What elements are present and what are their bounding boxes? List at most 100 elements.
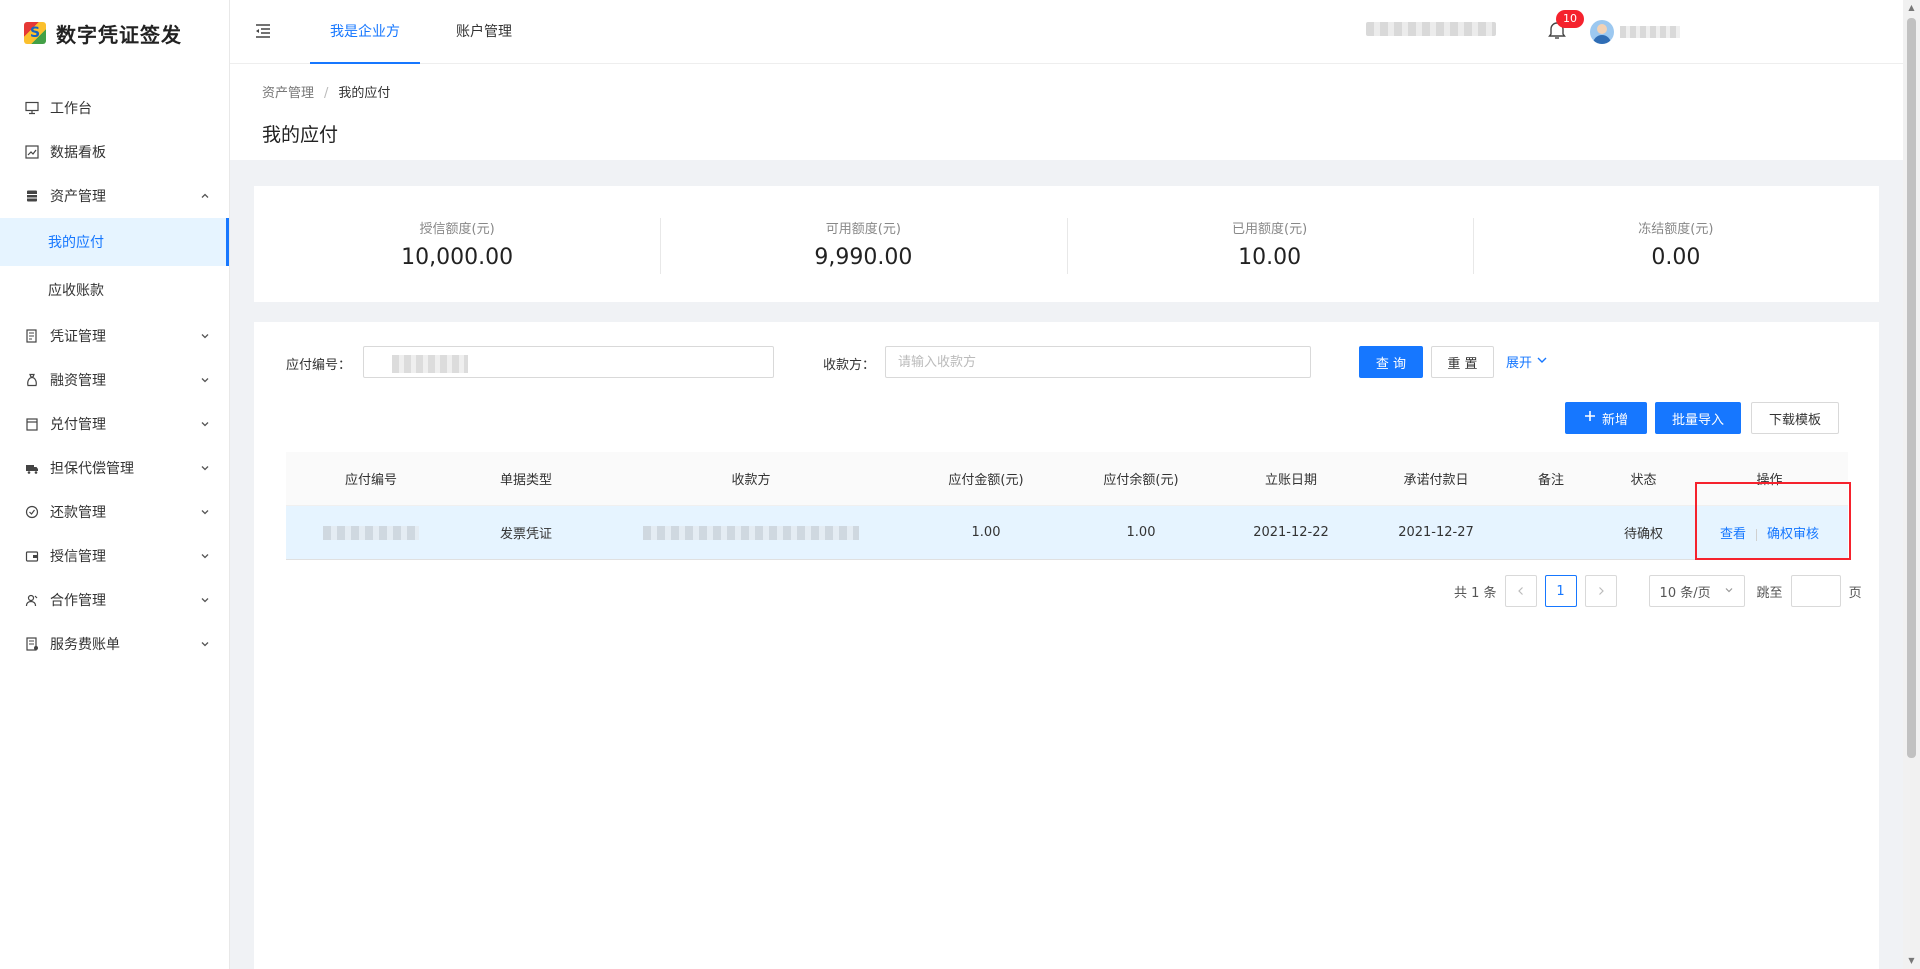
document-icon [24, 328, 40, 344]
payee-input[interactable] [885, 346, 1311, 378]
stat-label: 已用额度(元) [1232, 222, 1308, 237]
reset-button[interactable]: 重 置 [1431, 346, 1494, 378]
plus-icon [1584, 410, 1596, 426]
stat-label: 可用额度(元) [825, 222, 901, 237]
batch-import-button[interactable]: 批量导入 [1655, 402, 1741, 434]
breadcrumb-separator: / [324, 86, 329, 101]
payable-no-label: 应付编号： [286, 358, 352, 373]
tab-enterprise[interactable]: 我是企业方 [310, 0, 420, 64]
scroll-thumb[interactable] [1907, 18, 1916, 758]
sidebar-item-label: 我的应付 [48, 235, 104, 251]
payee-label: 收款方： [823, 358, 876, 373]
column-header: 应付编号 [344, 473, 397, 488]
expand-filters-toggle[interactable]: 展开 [1506, 352, 1548, 371]
scroll-up-icon[interactable]: ▲ [1907, 3, 1916, 12]
page-scrollbar[interactable]: ▲ ▼ [1903, 0, 1920, 969]
sidebar-item-vouchers[interactable]: 凭证管理 [0, 314, 229, 358]
chevron-down-icon [199, 462, 211, 474]
payable-no-redacted [323, 525, 419, 540]
add-button[interactable]: 新增 [1565, 402, 1647, 434]
page-suffix: 页 [1848, 585, 1862, 601]
entry-date-cell: 2021-12-22 [1253, 525, 1329, 540]
payable-no-cell [286, 525, 456, 540]
annotation-highlight-box [1695, 482, 1851, 560]
breadcrumb-item-current: 我的应付 [338, 86, 391, 101]
query-button[interactable]: 查 询 [1359, 346, 1423, 378]
column-header: 单据类型 [499, 473, 552, 488]
sidebar-item-label: 凭证管理 [50, 329, 106, 345]
bill-icon [24, 636, 40, 652]
stat-frozen: 冻结额度(元) 0.00 [1472, 218, 1879, 274]
sidebar-item-label: 合作管理 [50, 593, 106, 609]
sidebar-item-guarantee[interactable]: 担保代偿管理 [0, 446, 229, 490]
payable-no-value-redacted [392, 355, 468, 373]
stat-value: 10,000.00 [401, 245, 514, 270]
stat-value: 0.00 [1651, 245, 1701, 270]
stat-used: 已用额度(元) 10.00 [1066, 218, 1473, 274]
chevron-down-icon [199, 594, 211, 606]
total-count: 共 1 条 [1454, 585, 1497, 601]
sidebar-item-credit[interactable]: 授信管理 [0, 534, 229, 578]
payee-cell [596, 525, 906, 540]
sidebar-item-financing[interactable]: 融资管理 [0, 358, 229, 402]
username-redacted[interactable] [1620, 26, 1680, 38]
amount-cell: 1.00 [971, 525, 1001, 540]
chevron-down-icon [199, 330, 211, 342]
page-size-select[interactable]: 10 条/页 [1648, 575, 1745, 607]
doc-type-cell: 发票凭证 [499, 527, 552, 542]
avatar[interactable] [1590, 20, 1614, 44]
truck-icon [24, 460, 40, 476]
page-title: 我的应付 [262, 124, 339, 146]
chart-icon [24, 144, 40, 160]
chevron-down-icon [199, 550, 211, 562]
sidebar-item-label: 工作台 [50, 101, 92, 117]
page-number[interactable]: 1 [1544, 575, 1577, 607]
payables-table: 应付编号 单据类型 收款方 应付金额(元) 应付余额(元) 立账日期 承诺付款日… [286, 452, 1848, 560]
add-label: 新增 [1601, 412, 1628, 428]
calendar-icon [24, 416, 40, 432]
wallet-icon [24, 548, 40, 564]
sidebar-item-workbench[interactable]: 工作台 [0, 86, 229, 130]
sidebar-item-dashboard[interactable]: 数据看板 [0, 130, 229, 174]
sidebar-item-label: 授信管理 [50, 549, 106, 565]
sidebar-item-service-bills[interactable]: 服务费账单 [0, 622, 229, 666]
sidebar-item-repayment[interactable]: 还款管理 [0, 490, 229, 534]
sidebar-item-label: 资产管理 [50, 189, 106, 205]
menu-fold-icon[interactable] [254, 22, 272, 40]
credit-stats-card: 授信额度(元) 10,000.00 可用额度(元) 9,990.00 已用额度(… [254, 186, 1879, 302]
sidebar-item-label: 还款管理 [50, 505, 106, 521]
breadcrumb-item[interactable]: 资产管理 [262, 86, 314, 101]
column-header: 状态 [1630, 473, 1657, 488]
column-header: 应付金额(元) [948, 473, 1024, 488]
tab-account-management[interactable]: 账户管理 [436, 0, 532, 64]
partner-icon [24, 592, 40, 608]
sidebar-item-redemption[interactable]: 兑付管理 [0, 402, 229, 446]
scroll-down-icon[interactable]: ▼ [1907, 956, 1916, 965]
sidebar-item-label: 担保代偿管理 [50, 461, 134, 477]
sidebar-item-my-payables[interactable]: 我的应付 [0, 218, 229, 266]
column-header: 立账日期 [1264, 473, 1317, 488]
sidebar-item-label: 应收账款 [48, 283, 104, 299]
next-page-button[interactable] [1584, 575, 1617, 607]
chevron-down-icon [199, 374, 211, 386]
chevron-down-icon [199, 638, 211, 650]
column-header: 应付余额(元) [1103, 473, 1179, 488]
status-cell: 待确权 [1623, 527, 1663, 542]
promise-date-cell: 2021-12-27 [1398, 525, 1474, 540]
table-row[interactable]: 发票凭证 1.00 1.00 2021-12-22 2021-12-27 待确权… [286, 506, 1848, 560]
sidebar: S 数字凭证签发 工作台 数据看板 资产管理 我的应付 应收账款 凭证管理 融资… [0, 0, 230, 969]
app-logo: S 数字凭证签发 [0, 0, 229, 66]
payee-redacted [643, 525, 859, 540]
sidebar-menu: 工作台 数据看板 资产管理 我的应付 应收账款 凭证管理 融资管理 兑付管理 担… [0, 86, 229, 666]
sidebar-item-label: 融资管理 [50, 373, 106, 389]
chevron-up-icon [199, 190, 211, 202]
sidebar-item-partners[interactable]: 合作管理 [0, 578, 229, 622]
balance-cell: 1.00 [1126, 525, 1156, 540]
jump-page-input[interactable] [1790, 575, 1841, 607]
jump-label: 跳至 [1756, 585, 1783, 601]
download-template-button[interactable]: 下载模板 [1751, 402, 1839, 434]
sidebar-item-receivables[interactable]: 应收账款 [0, 266, 229, 314]
sidebar-item-label: 数据看板 [50, 145, 106, 161]
sidebar-item-assets[interactable]: 资产管理 [0, 174, 229, 218]
prev-page-button[interactable] [1504, 575, 1537, 607]
